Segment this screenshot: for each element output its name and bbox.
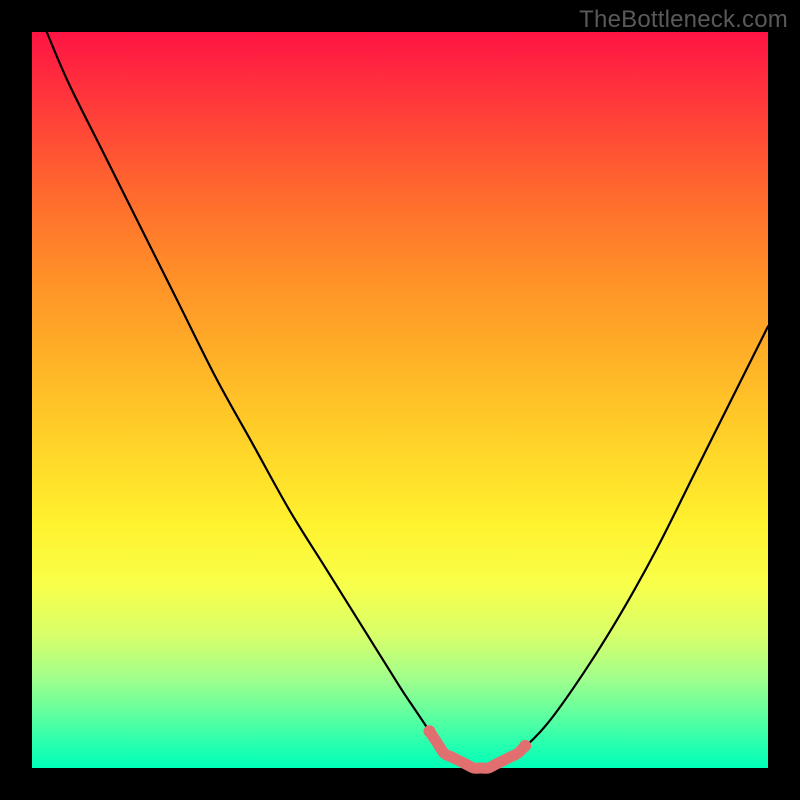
bottleneck-chart-svg: [32, 32, 768, 768]
watermark-label: TheBottleneck.com: [579, 6, 788, 34]
bottleneck-highlight: [429, 731, 525, 768]
bottleneck-curve: [47, 32, 768, 769]
chart-frame: TheBottleneck.com: [0, 0, 800, 800]
highlight-dot-start: [423, 725, 435, 737]
highlight-dot-end: [519, 740, 531, 752]
chart-plot-area: [32, 32, 768, 768]
